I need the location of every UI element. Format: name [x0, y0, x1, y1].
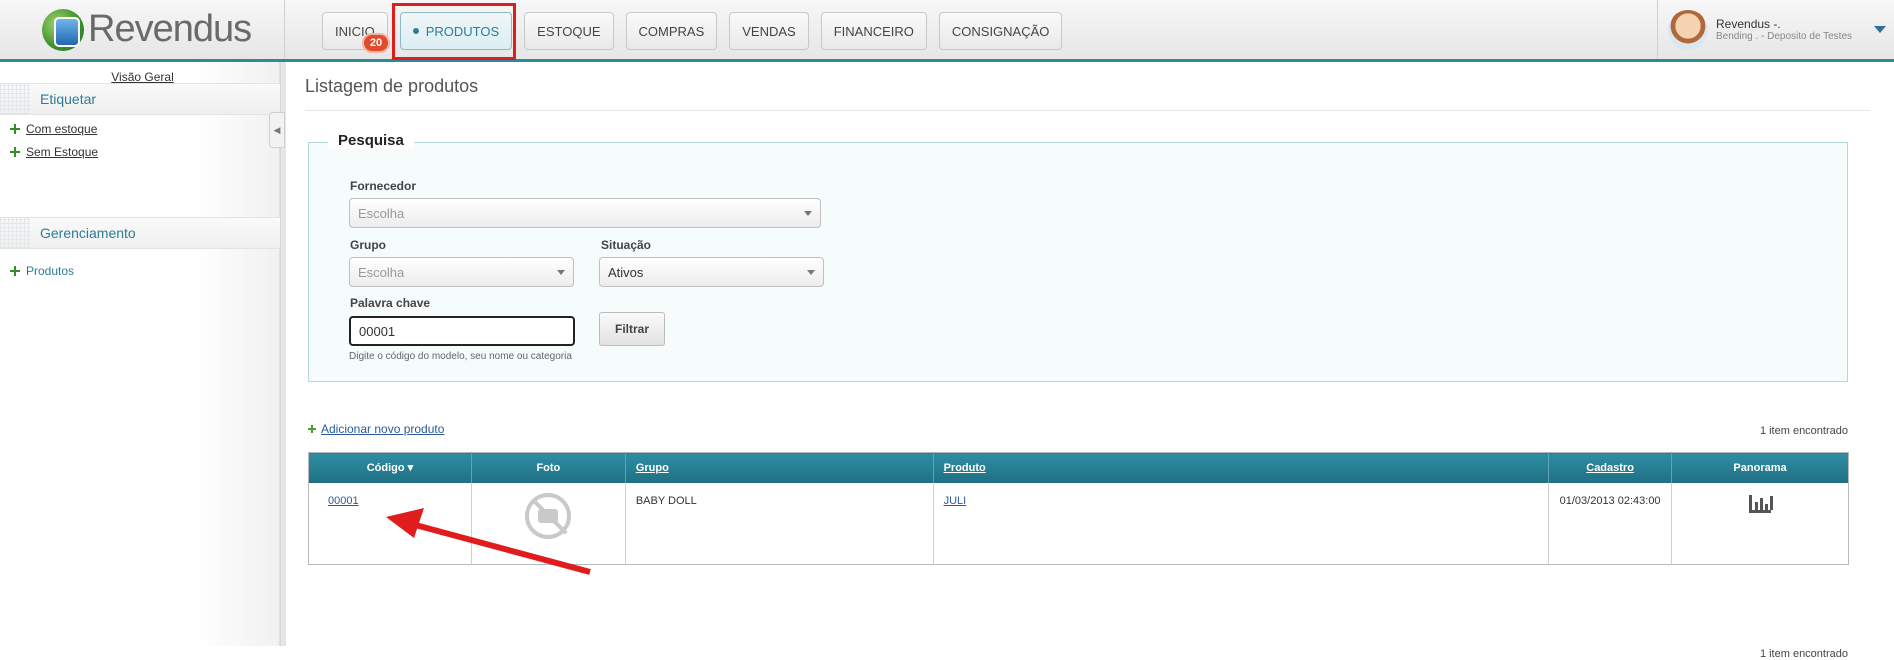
sidebar-splitter[interactable] — [280, 62, 286, 646]
plus-icon — [308, 425, 316, 433]
select-value: Ativos — [608, 264, 644, 280]
situacao-select[interactable]: Ativos — [599, 257, 824, 287]
user-org: Bending . - Deposito de Testes — [1716, 30, 1853, 42]
col-label: Cadastro — [1586, 461, 1634, 474]
nav-label: CONSIGNAÇÃO — [951, 23, 1050, 39]
sort-down-icon: ▾ — [407, 462, 414, 475]
grip-icon — [0, 84, 30, 114]
product-name-link[interactable]: JULI — [944, 495, 967, 507]
cell-produto: JULI — [933, 482, 1550, 565]
col-label: Grupo — [635, 461, 669, 474]
col-label: Código — [366, 462, 405, 475]
user-name: Revendus -. — [1716, 16, 1781, 31]
cell-foto — [471, 482, 626, 565]
sidebar-item-sem-estoque[interactable]: Sem Estoque — [10, 145, 98, 159]
top-bar: Revendus INICIO PRODUTOS ESTOQUE COMPRAS… — [0, 0, 1894, 62]
overview-link[interactable]: Visão Geral — [0, 70, 285, 84]
nav-estoque[interactable]: ESTOQUE — [524, 12, 614, 50]
fornecedor-label: Fornecedor — [350, 179, 417, 193]
cell-grupo: BABY DOLL — [625, 482, 934, 565]
section-title: Gerenciamento — [40, 225, 136, 241]
products-table: Código ▾ Foto Grupo Produto Cadastro Pan… — [308, 452, 1849, 565]
move-icon — [10, 124, 20, 134]
col-label: Foto — [536, 461, 561, 474]
logo[interactable]: Revendus — [0, 0, 285, 59]
sidebar: Visão Geral Etiquetar Com estoque Sem Es… — [0, 62, 280, 646]
move-icon — [10, 266, 20, 276]
user-menu[interactable]: Revendus -. Bending . - Deposito de Test… — [1657, 0, 1894, 59]
sidebar-item-com-estoque[interactable]: Com estoque — [10, 122, 97, 136]
result-count-top: 1 item encontrado — [1759, 425, 1848, 437]
col-panorama: Panorama — [1671, 452, 1849, 483]
search-legend: Pesquisa — [328, 132, 414, 149]
nav-label: VENDAS — [742, 23, 796, 39]
chevron-down-icon — [807, 270, 815, 275]
table-header-row: Código ▾ Foto Grupo Produto Cadastro Pan… — [308, 452, 1849, 483]
main-content: Listagem de produtos Pesquisa Fornecedor… — [288, 62, 1894, 660]
title-divider — [305, 110, 1870, 111]
result-count-bottom: 1 item encontrado — [1759, 648, 1848, 660]
collapse-sidebar-button[interactable]: ◀ — [269, 112, 285, 148]
situacao-label: Situação — [601, 238, 652, 252]
grupo-label: Grupo — [350, 238, 386, 252]
move-icon — [10, 147, 20, 157]
bar-chart-icon[interactable] — [1749, 494, 1774, 513]
cell-cadastro: 01/03/2013 02:43:00 — [1548, 482, 1673, 565]
link-label: Produtos — [26, 264, 75, 278]
main-nav: INICIO PRODUTOS ESTOQUE COMPRAS VENDAS F… — [322, 12, 1063, 50]
chevron-down-icon — [557, 270, 565, 275]
cell-panorama — [1672, 483, 1849, 565]
col-label: Panorama — [1733, 461, 1787, 474]
col-cadastro[interactable]: Cadastro — [1548, 452, 1673, 483]
nav-label: PRODUTOS — [425, 23, 500, 39]
section-title: Etiquetar — [40, 91, 97, 107]
col-foto: Foto — [471, 452, 626, 483]
logo-icon — [42, 8, 84, 51]
nav-produtos[interactable]: PRODUTOS — [399, 12, 513, 50]
section-etiquetar: Etiquetar — [0, 83, 280, 115]
select-value: Escolha — [358, 205, 405, 221]
chevron-down-icon[interactable] — [1874, 26, 1886, 33]
nav-label: ESTOQUE — [537, 23, 601, 39]
brand-name: Revendus — [88, 8, 252, 50]
add-product-link[interactable]: Adicionar novo produto — [308, 422, 444, 436]
user-avatar-icon — [1668, 9, 1708, 50]
sidebar-item-produtos[interactable]: Produtos — [10, 264, 74, 278]
page-title: Listagem de produtos — [305, 76, 479, 96]
grip-icon — [0, 218, 30, 248]
col-label: Produto — [943, 461, 986, 474]
active-dot-icon — [412, 28, 419, 34]
col-grupo[interactable]: Grupo — [625, 452, 934, 483]
nav-consignacao[interactable]: CONSIGNAÇÃO — [938, 12, 1063, 50]
filter-button[interactable]: Filtrar — [599, 312, 665, 346]
select-value: Escolha — [358, 264, 405, 280]
keyword-label: Palavra chave — [350, 296, 431, 310]
nav-financeiro[interactable]: FINANCEIRO — [820, 12, 927, 50]
no-photo-icon — [525, 492, 572, 539]
link-label: Sem Estoque — [26, 145, 99, 159]
nav-label: COMPRAS — [638, 23, 705, 39]
section-gerenciamento: Gerenciamento — [0, 217, 280, 249]
notification-badge[interactable]: 20 — [362, 33, 390, 53]
nav-vendas[interactable]: VENDAS — [729, 12, 809, 50]
grupo-select[interactable]: Escolha — [349, 257, 574, 287]
keyword-input[interactable] — [349, 316, 575, 346]
link-label: Adicionar novo produto — [321, 422, 445, 436]
chevron-down-icon — [804, 211, 812, 216]
table-row: 00001 BABY DOLL JULI 01/03/2013 02:43:00 — [308, 482, 1849, 565]
nav-label: FINANCEIRO — [833, 23, 914, 39]
chevron-left-icon: ◀ — [273, 124, 281, 135]
keyword-hint: Digite o código do modelo, seu nome ou c… — [349, 351, 572, 362]
product-code-link[interactable]: 00001 — [328, 495, 359, 507]
nav-compras[interactable]: COMPRAS — [625, 12, 718, 50]
fornecedor-select[interactable]: Escolha — [349, 198, 821, 228]
col-produto[interactable]: Produto — [933, 452, 1550, 483]
cell-codigo: 00001 — [308, 482, 472, 565]
col-codigo[interactable]: Código ▾ — [308, 452, 472, 483]
link-label: Com estoque — [26, 122, 98, 136]
